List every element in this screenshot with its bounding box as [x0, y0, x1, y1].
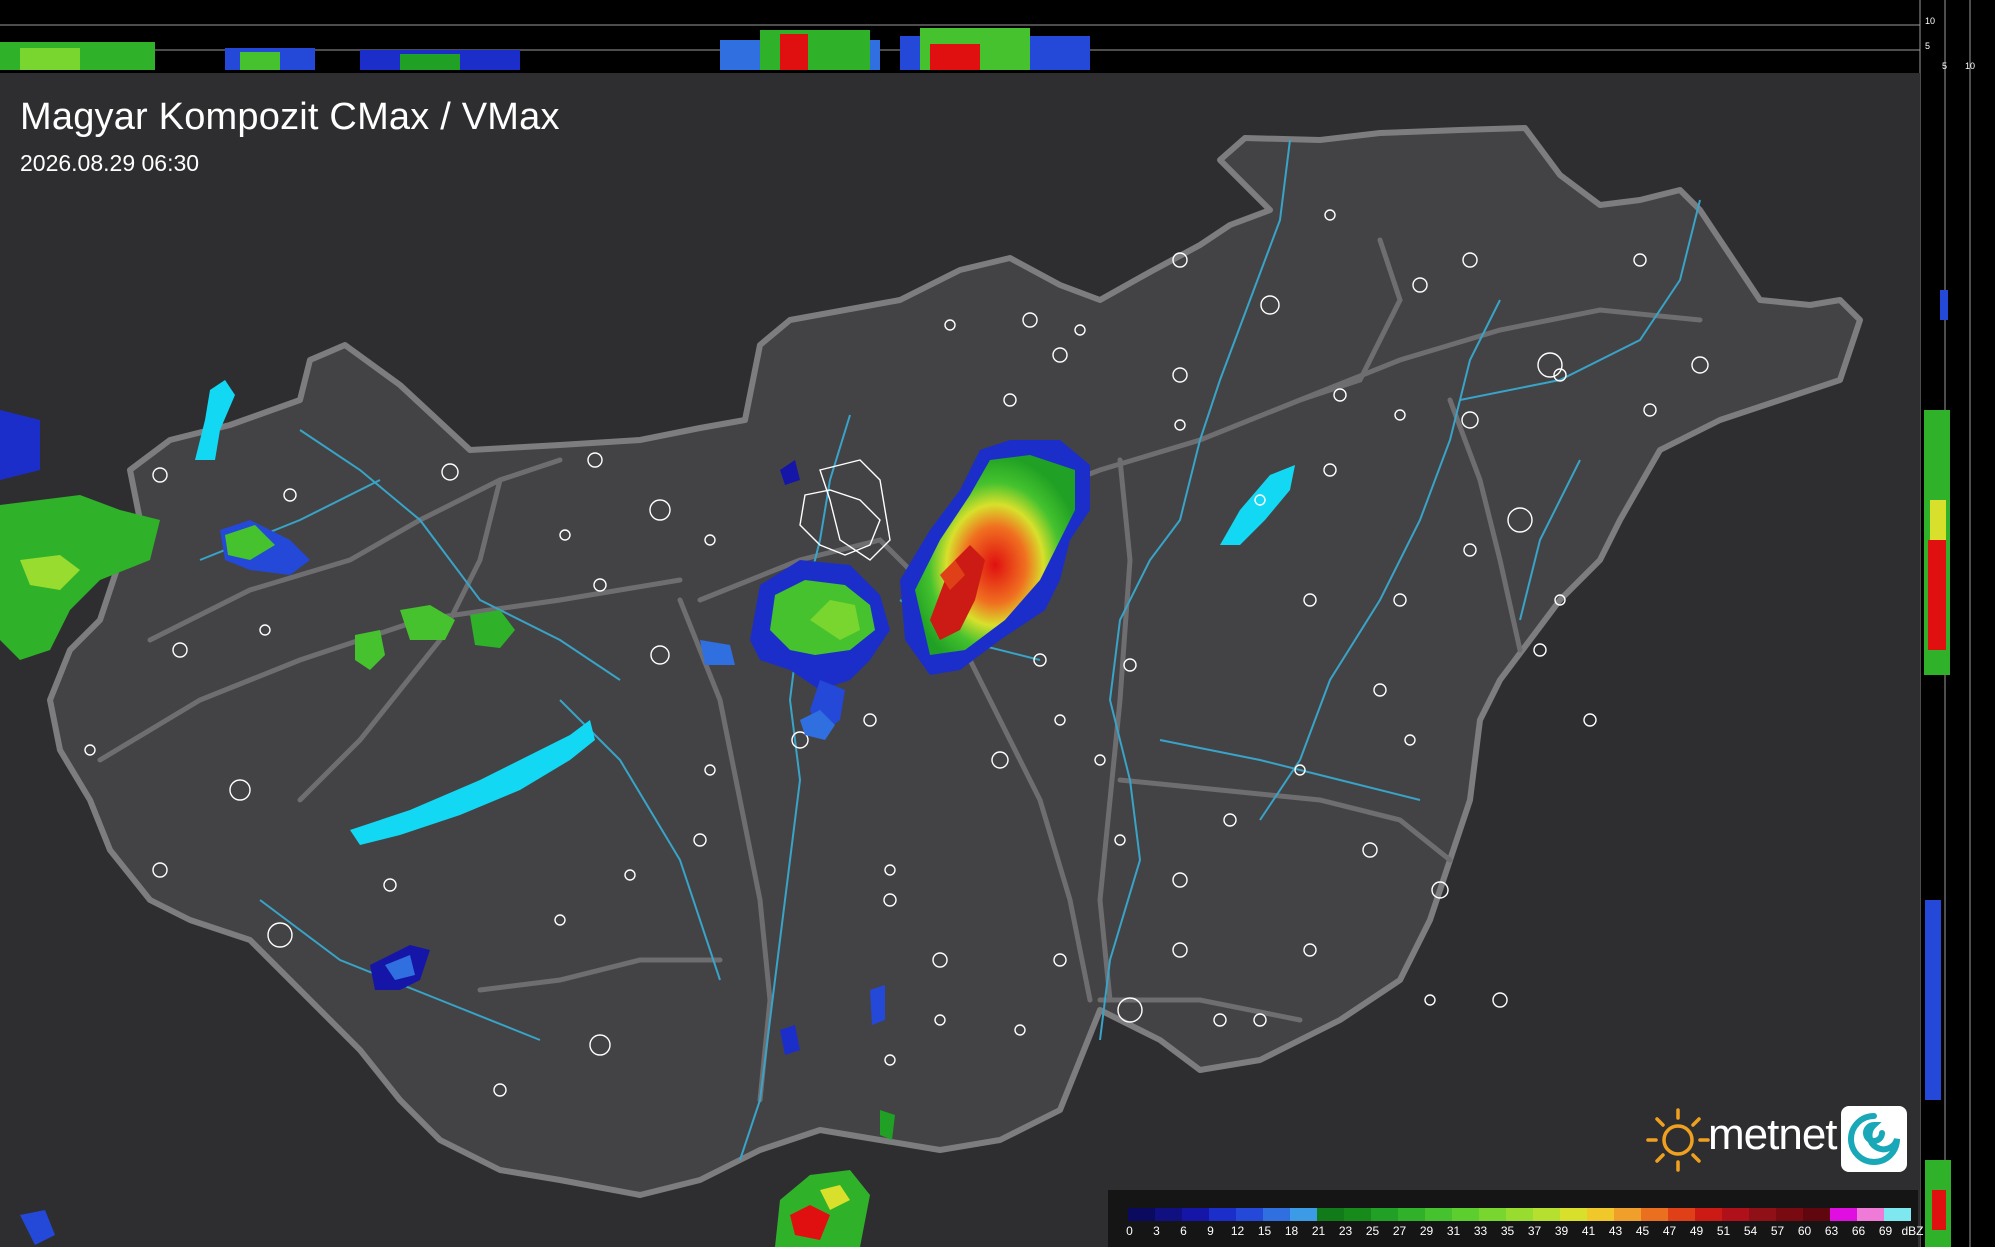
legend-level-label: 57 — [1770, 1224, 1785, 1238]
legend-level-label: 18 — [1284, 1224, 1299, 1238]
legend-swatch — [1884, 1208, 1911, 1221]
legend-level-label: 51 — [1716, 1224, 1731, 1238]
legend-level-label: 3 — [1153, 1224, 1160, 1238]
legend-swatch — [1560, 1208, 1587, 1221]
legend-swatch — [1857, 1208, 1884, 1221]
legend-swatch — [1155, 1208, 1182, 1221]
legend-swatch — [1236, 1208, 1263, 1221]
map-title: Magyar Kompozit CMax / VMax — [20, 96, 560, 138]
legend-level-label: 15 — [1257, 1224, 1272, 1238]
legend-level-label: 21 — [1311, 1224, 1326, 1238]
legend-level-label: 66 — [1851, 1224, 1866, 1238]
legend-level-label: 31 — [1446, 1224, 1461, 1238]
legend-swatch — [1371, 1208, 1398, 1221]
metnet-logo: metnet — [1638, 1104, 1908, 1176]
legend-level-label: 9 — [1207, 1224, 1214, 1238]
legend-level-label: 37 — [1527, 1224, 1542, 1238]
side-scale-label-5: 5 — [1942, 61, 1948, 71]
sun-icon — [1646, 1108, 1710, 1172]
legend-level-label: 39 — [1554, 1224, 1569, 1238]
brand-name: metnet — [1708, 1110, 1838, 1159]
side-scale-label-10: 10 — [1965, 61, 1976, 71]
legend-swatch — [1803, 1208, 1830, 1221]
legend-level-label: 29 — [1419, 1224, 1434, 1238]
legend-level-label: 63 — [1824, 1224, 1839, 1238]
legend-level-label: 54 — [1743, 1224, 1758, 1238]
legend-level-label: 6 — [1180, 1224, 1187, 1238]
legend-swatch — [1479, 1208, 1506, 1221]
legend-level-label: 23 — [1338, 1224, 1353, 1238]
legend-level-label: 47 — [1662, 1224, 1677, 1238]
legend-level-label: 45 — [1635, 1224, 1650, 1238]
legend-level-label: 49 — [1689, 1224, 1704, 1238]
top-scale-label-5: 5 — [1925, 41, 1931, 51]
legend-swatch — [1290, 1208, 1317, 1221]
legend-swatch — [1506, 1208, 1533, 1221]
legend-level-label: 43 — [1608, 1224, 1623, 1238]
legend-swatch — [1128, 1208, 1155, 1221]
map-timestamp: 2026.08.29 06:30 — [20, 150, 200, 176]
legend-swatch — [1587, 1208, 1614, 1221]
legend-level-label: 41 — [1581, 1224, 1596, 1238]
legend-swatch — [1776, 1208, 1803, 1221]
legend-swatch — [1668, 1208, 1695, 1221]
legend-level-label: 33 — [1473, 1224, 1488, 1238]
legend-swatch — [1722, 1208, 1749, 1221]
legend-swatch — [1182, 1208, 1209, 1221]
legend-color-bar — [1128, 1208, 1911, 1221]
legend-level-label: 12 — [1230, 1224, 1245, 1238]
legend-swatch — [1398, 1208, 1425, 1221]
legend-swatch — [1425, 1208, 1452, 1221]
top-scale-label-10: 10 — [1925, 16, 1936, 26]
legend-swatch — [1317, 1208, 1344, 1221]
brand-badge-icon — [1841, 1106, 1907, 1172]
legend-level-label: 69 — [1878, 1224, 1893, 1238]
legend-swatch — [1263, 1208, 1290, 1221]
legend-level-label: 35 — [1500, 1224, 1515, 1238]
legend-level-label: 60 — [1797, 1224, 1812, 1238]
legend-swatch — [1533, 1208, 1560, 1221]
legend-swatch — [1749, 1208, 1776, 1221]
dbz-legend: 0 3 6 9 12 15 18 21 23 25 27 29 31 33 35 37 39 41 43 45 47 49… — [1108, 1190, 1924, 1247]
legend-swatch — [1344, 1208, 1371, 1221]
legend-swatch — [1695, 1208, 1722, 1221]
legend-level-label: 25 — [1365, 1224, 1380, 1238]
legend-swatch — [1452, 1208, 1479, 1221]
legend-unit-label: dBZ — [1901, 1224, 1924, 1238]
legend-swatch — [1209, 1208, 1236, 1221]
legend-swatch — [1830, 1208, 1857, 1221]
legend-labels: 0 3 6 9 12 15 18 21 23 25 27 29 31 33 35 37 39 41 43 45 47 49… — [1116, 1224, 1926, 1238]
legend-swatch — [1614, 1208, 1641, 1221]
radar-map — [0, 0, 1995, 1247]
legend-swatch — [1641, 1208, 1668, 1221]
legend-level-label: 0 — [1126, 1224, 1133, 1238]
legend-level-label: 27 — [1392, 1224, 1407, 1238]
